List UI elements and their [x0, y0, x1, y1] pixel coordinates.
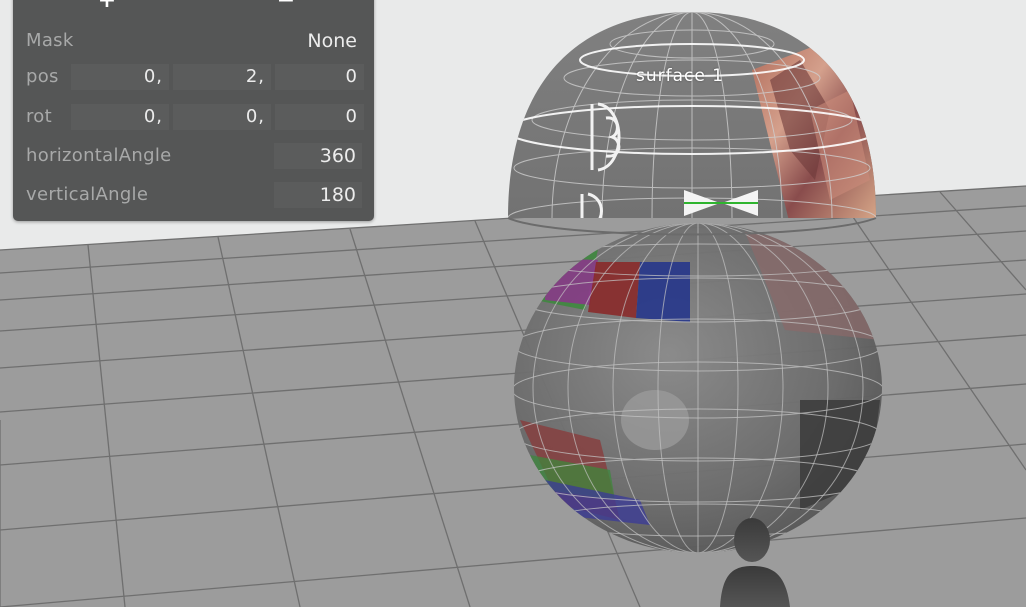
pos-y-field[interactable]: 2,: [173, 64, 271, 90]
horizontal-angle-field[interactable]: 360: [274, 143, 362, 169]
pos-label: pos: [26, 66, 59, 87]
mask-dropdown[interactable]: None: [307, 24, 357, 58]
horizontal-angle-row: horizontalAngle 360: [13, 139, 374, 173]
surface-label: surface 1: [636, 66, 725, 86]
rot-label: rot: [26, 106, 52, 127]
rot-z-field[interactable]: 0: [275, 104, 364, 130]
pos-row: pos 0, 2, 0: [13, 60, 374, 94]
mask-label: Mask: [26, 30, 74, 51]
rot-row: rot 0, 0, 0: [13, 100, 374, 134]
remove-button[interactable]: −: [266, 0, 306, 16]
properties-panel: + − Mask None pos 0, 2, 0 rot 0, 0, 0 ho…: [13, 0, 374, 221]
add-remove-row: + −: [13, 0, 374, 16]
pos-x-field[interactable]: 0,: [71, 64, 169, 90]
pos-z-field[interactable]: 0: [275, 64, 364, 90]
sphere-mesh[interactable]: [512, 222, 884, 554]
vertical-angle-row: verticalAngle 180: [13, 178, 374, 212]
horizontal-angle-label: horizontalAngle: [26, 145, 172, 166]
rot-x-field[interactable]: 0,: [71, 104, 169, 130]
mask-row: Mask None: [13, 24, 374, 58]
vertical-angle-field[interactable]: 180: [274, 182, 362, 208]
add-button[interactable]: +: [87, 0, 127, 16]
rot-y-field[interactable]: 0,: [173, 104, 271, 130]
vertical-angle-label: verticalAngle: [26, 184, 149, 205]
